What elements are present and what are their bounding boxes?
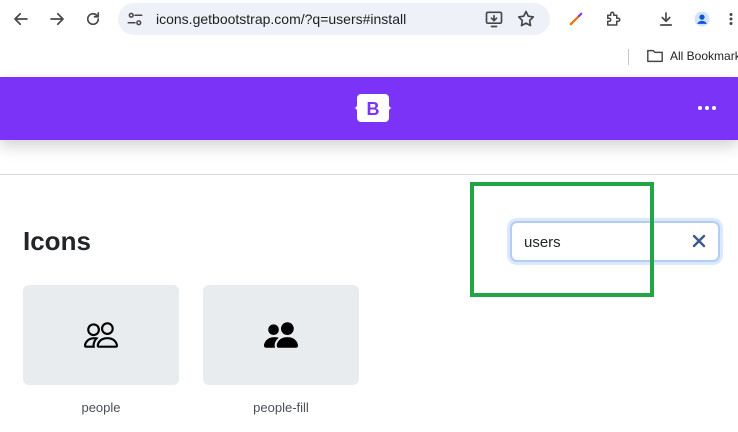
back-button[interactable] xyxy=(7,5,35,33)
avatar-icon xyxy=(694,11,710,27)
arrow-right-icon xyxy=(50,12,64,26)
browser-menu-button[interactable] xyxy=(724,5,738,33)
kebab-menu-icon xyxy=(729,13,733,25)
search-input[interactable] xyxy=(524,231,684,253)
site-settings-icon[interactable] xyxy=(126,10,144,28)
profile-button[interactable] xyxy=(688,5,716,33)
downloads-button[interactable] xyxy=(652,5,680,33)
extension-pen-button[interactable] xyxy=(562,5,590,33)
puzzle-icon xyxy=(607,11,621,26)
all-bookmarks-link[interactable]: All Bookmark xyxy=(670,49,738,63)
arrow-left-icon xyxy=(14,12,28,26)
browser-toolbar: icons.getbootstrap.com/?q=users#install xyxy=(0,0,738,38)
icon-name-people-fill[interactable]: people-fill xyxy=(203,400,359,415)
install-app-icon[interactable] xyxy=(484,9,504,29)
bookmarks-divider xyxy=(628,49,629,65)
reload-button[interactable] xyxy=(79,5,107,33)
folder-icon[interactable] xyxy=(646,48,664,64)
people-fill-icon xyxy=(264,322,298,348)
section-divider xyxy=(0,174,738,175)
brand-letter: B xyxy=(367,99,380,119)
bootstrap-logo-icon[interactable]: B xyxy=(353,92,393,124)
bookmark-star-icon[interactable] xyxy=(516,9,536,29)
icon-card-people[interactable] xyxy=(23,285,179,385)
clear-search-icon[interactable] xyxy=(692,234,706,248)
more-dot-icon xyxy=(712,106,716,110)
extensions-button[interactable] xyxy=(599,5,627,33)
icon-name-people[interactable]: people xyxy=(23,400,179,415)
search-field[interactable] xyxy=(510,221,720,262)
people-icon xyxy=(84,322,118,348)
forward-button[interactable] xyxy=(43,5,71,33)
pen-icon xyxy=(569,12,583,26)
navbar-more-button[interactable] xyxy=(694,99,720,117)
download-icon xyxy=(659,12,673,26)
bookmarks-bar: All Bookmark xyxy=(0,38,738,74)
icon-card-people-fill[interactable] xyxy=(203,285,359,385)
reload-icon xyxy=(86,12,100,26)
page-title: Icons xyxy=(23,226,91,256)
address-url[interactable]: icons.getbootstrap.com/?q=users#install xyxy=(156,11,406,27)
address-bar[interactable]: icons.getbootstrap.com/?q=users#install xyxy=(118,3,550,35)
more-dot-icon xyxy=(705,106,709,110)
more-dot-icon xyxy=(698,106,702,110)
site-navbar: B xyxy=(0,77,738,140)
